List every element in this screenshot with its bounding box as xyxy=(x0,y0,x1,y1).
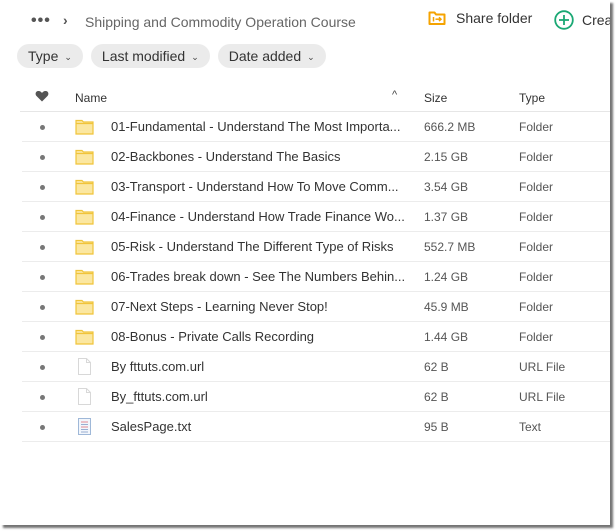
file-name[interactable]: SalesPage.txt xyxy=(111,419,191,434)
chevron-down-icon: ⌄ xyxy=(307,51,315,62)
filter-bar: Type ⌄ Last modified ⌄ Date added ⌄ xyxy=(17,44,326,68)
file-name[interactable]: 03-Transport - Understand How To Move Co… xyxy=(111,179,399,194)
file-type: Folder xyxy=(519,210,554,224)
table-row[interactable]: By fttuts.com.url 62 B URL File xyxy=(22,352,610,382)
table-row[interactable]: By_fttuts.com.url 62 B URL File xyxy=(22,382,610,412)
file-size: 45.9 MB xyxy=(424,300,469,314)
create-button[interactable]: Crea xyxy=(554,10,610,30)
column-header-name[interactable]: Name xyxy=(75,91,107,105)
favorite-dot-icon[interactable] xyxy=(40,185,45,190)
sort-ascending-icon[interactable]: ^ xyxy=(392,89,397,101)
file-name[interactable]: 05-Risk - Understand The Different Type … xyxy=(111,239,394,254)
column-header-type[interactable]: Type xyxy=(519,91,545,105)
filter-last-modified-label: Last modified xyxy=(101,48,186,64)
file-type: URL File xyxy=(519,360,566,374)
breadcrumb-chevron-icon: › xyxy=(63,12,68,28)
share-folder-button[interactable]: Share folder xyxy=(428,10,532,26)
file-size: 95 B xyxy=(424,420,449,434)
file-type: Folder xyxy=(519,330,554,344)
favorite-dot-icon[interactable] xyxy=(40,215,45,220)
file-name[interactable]: 04-Finance - Understand How Trade Financ… xyxy=(111,209,405,224)
table-row[interactable]: 02-Backbones - Understand The Basics 2.1… xyxy=(22,142,610,172)
file-name[interactable]: 01-Fundamental - Understand The Most Imp… xyxy=(111,119,401,134)
folder-icon xyxy=(75,298,94,315)
more-breadcrumb-button[interactable]: ••• xyxy=(31,13,51,29)
favorite-dot-icon[interactable] xyxy=(40,395,45,400)
file-name[interactable]: 06-Trades break down - See The Numbers B… xyxy=(111,269,405,284)
file-name[interactable]: By_fttuts.com.url xyxy=(111,389,208,404)
file-type: Folder xyxy=(519,270,554,284)
folder-icon xyxy=(75,238,94,255)
file-type: Folder xyxy=(519,120,554,134)
chevron-down-icon: ⌄ xyxy=(64,51,72,62)
table-row[interactable]: 01-Fundamental - Understand The Most Imp… xyxy=(22,112,610,142)
file-size: 62 B xyxy=(424,390,449,404)
folder-icon xyxy=(75,208,94,225)
filter-type[interactable]: Type ⌄ xyxy=(17,44,83,68)
favorite-dot-icon[interactable] xyxy=(40,275,45,280)
heart-icon[interactable] xyxy=(35,90,49,102)
file-icon xyxy=(75,388,94,405)
file-type: Text xyxy=(519,420,542,434)
file-type: Folder xyxy=(519,180,554,194)
table-row[interactable]: 07-Next Steps - Learning Never Stop! 45.… xyxy=(22,292,610,322)
file-type: Folder xyxy=(519,150,554,164)
favorite-dot-icon[interactable] xyxy=(40,365,45,370)
file-name[interactable]: 07-Next Steps - Learning Never Stop! xyxy=(111,299,328,314)
filter-last-modified[interactable]: Last modified ⌄ xyxy=(90,44,210,68)
filter-date-added[interactable]: Date added ⌄ xyxy=(217,44,326,68)
file-size: 666.2 MB xyxy=(424,120,476,134)
chevron-down-icon: ⌄ xyxy=(191,51,199,62)
share-folder-icon xyxy=(428,11,446,25)
filter-type-label: Type xyxy=(28,48,59,64)
favorite-dot-icon[interactable] xyxy=(40,125,45,130)
table-row[interactable]: 03-Transport - Understand How To Move Co… xyxy=(22,172,610,202)
table-header: Name ^ Size Type xyxy=(20,84,610,112)
file-name[interactable]: 08-Bonus - Private Calls Recording xyxy=(111,329,314,344)
file-type: URL File xyxy=(519,390,566,404)
folder-icon xyxy=(75,148,94,165)
table-row[interactable]: 04-Finance - Understand How Trade Financ… xyxy=(22,202,610,232)
file-browser-window: ••• › Shipping and Commodity Operation C… xyxy=(0,0,610,525)
table-row[interactable]: 06-Trades break down - See The Numbers B… xyxy=(22,262,610,292)
file-size: 1.24 GB xyxy=(424,270,469,284)
column-header-size[interactable]: Size xyxy=(424,91,447,105)
file-size: 1.44 GB xyxy=(424,330,469,344)
file-name[interactable]: By fttuts.com.url xyxy=(111,359,204,374)
file-table: Name ^ Size Type 01-Fundamental - Unders… xyxy=(0,84,610,442)
folder-icon xyxy=(75,268,94,285)
create-label: Crea xyxy=(582,12,610,28)
file-icon xyxy=(75,358,94,375)
file-name[interactable]: 02-Backbones - Understand The Basics xyxy=(111,149,341,164)
file-size: 3.54 GB xyxy=(424,180,469,194)
file-size: 552.7 MB xyxy=(424,240,476,254)
favorite-dot-icon[interactable] xyxy=(40,335,45,340)
table-row[interactable]: SalesPage.txt 95 B Text xyxy=(22,412,610,442)
folder-icon xyxy=(75,178,94,195)
favorite-dot-icon[interactable] xyxy=(40,425,45,430)
breadcrumb-current-folder: Shipping and Commodity Operation Course xyxy=(85,14,356,30)
favorite-dot-icon[interactable] xyxy=(40,305,45,310)
plus-circle-icon xyxy=(554,10,574,30)
filter-date-added-label: Date added xyxy=(228,48,302,64)
top-bar: ••• › Shipping and Commodity Operation C… xyxy=(0,0,610,44)
file-size: 1.37 GB xyxy=(424,210,469,224)
file-size: 2.15 GB xyxy=(424,150,469,164)
favorite-dot-icon[interactable] xyxy=(40,155,45,160)
table-row[interactable]: 05-Risk - Understand The Different Type … xyxy=(22,232,610,262)
file-size: 62 B xyxy=(424,360,449,374)
folder-icon xyxy=(75,118,94,135)
folder-icon xyxy=(75,328,94,345)
share-folder-label: Share folder xyxy=(456,10,533,26)
text-file-icon xyxy=(75,418,94,435)
file-type: Folder xyxy=(519,240,554,254)
favorite-dot-icon[interactable] xyxy=(40,245,45,250)
table-body: 01-Fundamental - Understand The Most Imp… xyxy=(0,112,610,442)
file-type: Folder xyxy=(519,300,554,314)
table-row[interactable]: 08-Bonus - Private Calls Recording 1.44 … xyxy=(22,322,610,352)
